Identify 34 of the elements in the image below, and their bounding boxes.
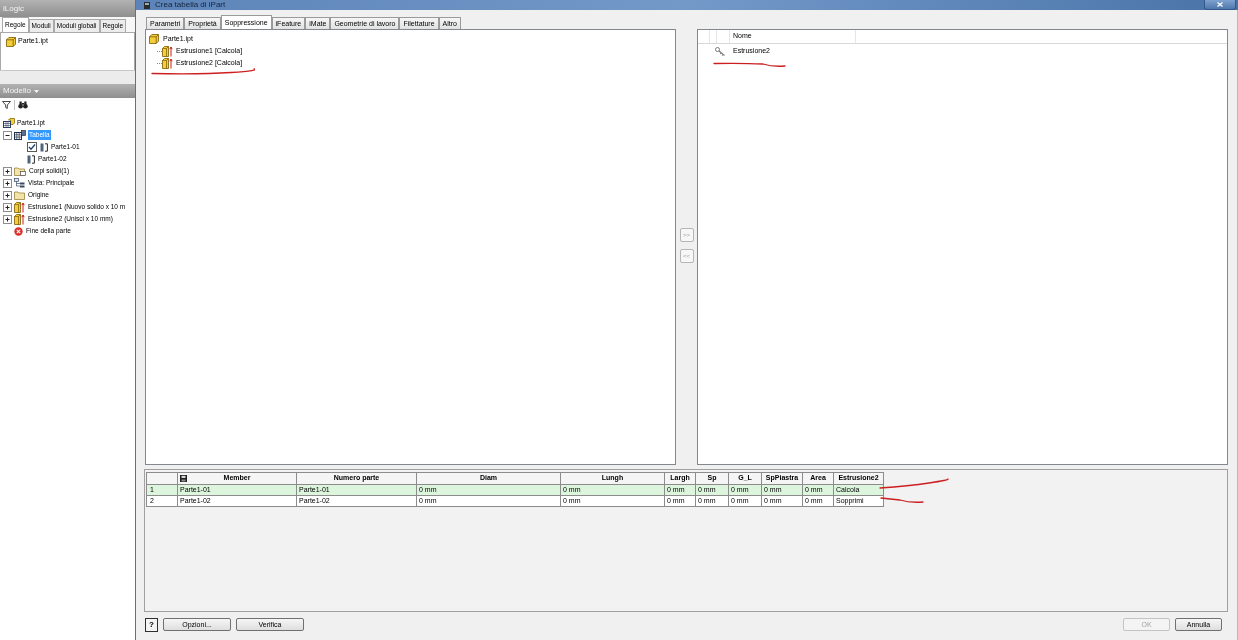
plus-box-icon[interactable] bbox=[3, 214, 12, 224]
extrusion-icon bbox=[162, 45, 173, 57]
app-icon bbox=[144, 1, 150, 9]
folder-icon bbox=[14, 190, 25, 200]
extrusion-icon bbox=[14, 201, 25, 213]
checkbox[interactable] bbox=[27, 142, 37, 152]
extrusion-icon bbox=[162, 57, 173, 69]
minus-box-icon[interactable] bbox=[3, 130, 12, 140]
key-icon bbox=[715, 46, 725, 56]
plus-box-icon[interactable] bbox=[3, 178, 12, 188]
binoculars-icon[interactable] bbox=[18, 101, 28, 109]
plus-box-icon[interactable] bbox=[3, 166, 12, 176]
extrusion-icon bbox=[14, 213, 25, 225]
cube-icon bbox=[149, 34, 159, 44]
save-icon bbox=[180, 475, 187, 482]
help-button[interactable]: ? bbox=[145, 617, 158, 632]
bracket-icon bbox=[27, 154, 35, 164]
plus-box-icon[interactable] bbox=[3, 202, 12, 212]
annotation-stroke bbox=[880, 497, 924, 504]
window-title: Crea tabella di iPart bbox=[155, 0, 226, 10]
plus-box-icon[interactable] bbox=[3, 190, 12, 200]
hierarchy-icon bbox=[14, 178, 25, 188]
close-button[interactable] bbox=[1204, 0, 1236, 10]
annotation-stroke bbox=[879, 478, 949, 489]
caret-icon bbox=[34, 89, 39, 93]
x-circle-icon bbox=[14, 226, 23, 236]
close-icon bbox=[1217, 2, 1223, 7]
cube-icon bbox=[6, 36, 16, 47]
grid-cube-icon bbox=[3, 118, 15, 128]
folder-cube-icon bbox=[14, 166, 26, 176]
bracket-icon bbox=[40, 142, 48, 152]
panel-title: iLogic bbox=[3, 2, 24, 15]
table-icon bbox=[14, 130, 26, 140]
filter-icon[interactable] bbox=[2, 101, 11, 109]
